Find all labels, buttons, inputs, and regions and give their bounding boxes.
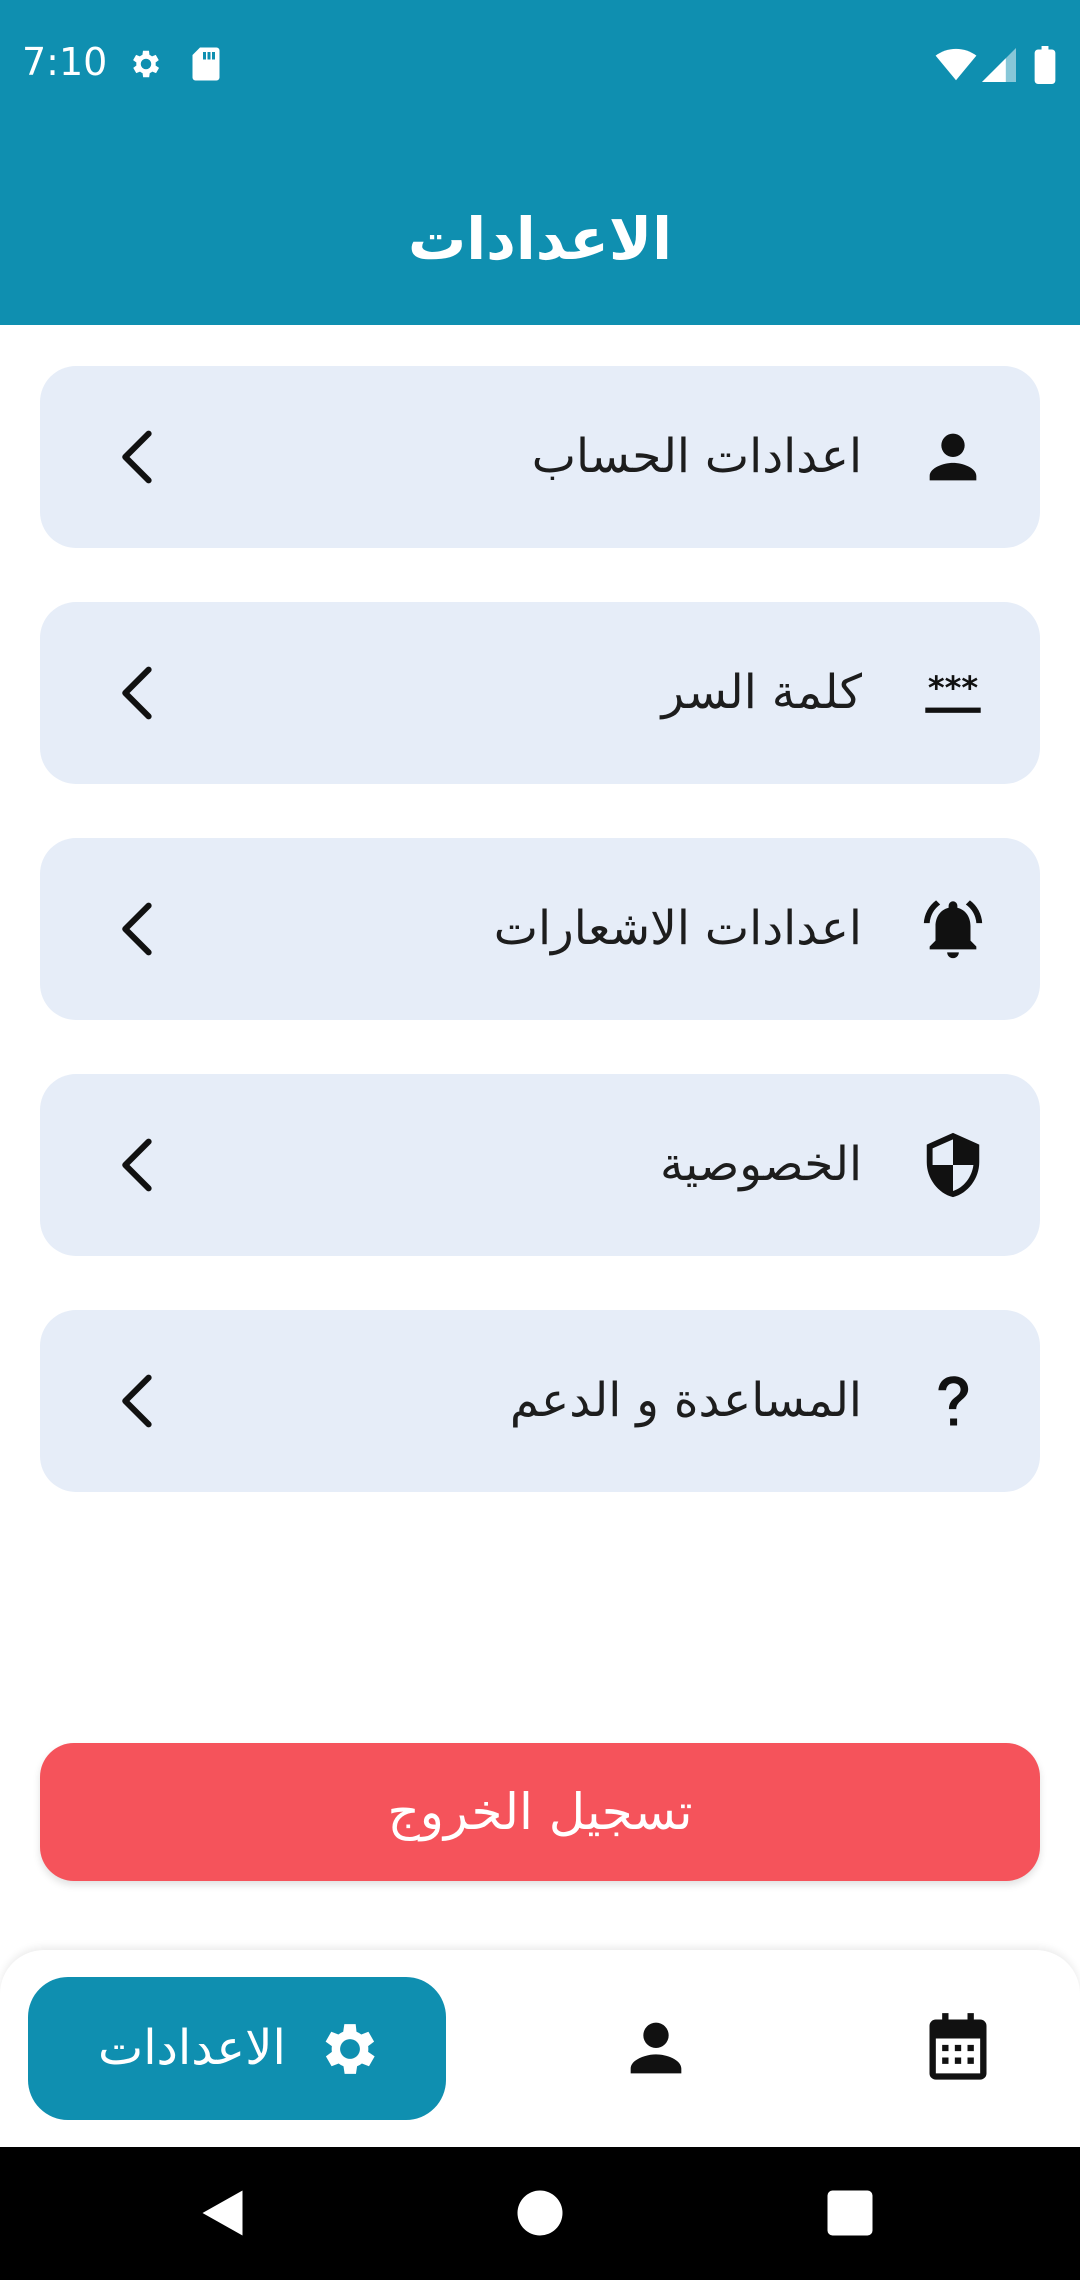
settings-item-help[interactable]: المساعدة و الدعم [40, 1310, 1040, 1492]
system-nav-bar [0, 2147, 1080, 2280]
chevron-left-icon [106, 896, 172, 962]
logout-button[interactable]: تسجيل الخروج [40, 1743, 1040, 1881]
status-bar: 7:10 [0, 0, 1080, 135]
chevron-left-icon [106, 1368, 172, 1434]
settings-item-label: الخصوصية [659, 1137, 862, 1192]
nav-settings-label: الاعدادات [98, 2020, 286, 2076]
wifi-icon [935, 48, 977, 86]
signal-icon [982, 48, 1016, 86]
person-icon [918, 422, 988, 492]
nav-tab-settings[interactable]: الاعدادات [28, 1977, 446, 2120]
page-title: الاعدادات [407, 205, 672, 273]
bottom-nav: الاعدادات [0, 1950, 1080, 2147]
nav-profile-icon[interactable] [618, 2010, 694, 2086]
chevron-left-icon [106, 660, 172, 726]
password-icon: *** [918, 658, 988, 728]
settings-item-notifications[interactable]: اعدادات الاشعارات [40, 838, 1040, 1020]
settings-item-privacy[interactable]: الخصوصية [40, 1074, 1040, 1256]
chevron-left-icon [106, 424, 172, 490]
shield-icon [918, 1130, 988, 1200]
settings-item-label: اعدادات الحساب [531, 429, 862, 484]
nav-calendar-icon[interactable] [920, 2010, 996, 2086]
settings-icon [316, 2015, 384, 2083]
battery-icon [1034, 46, 1056, 88]
settings-item-label: المساعدة و الدعم [509, 1373, 862, 1428]
status-time: 7:10 [22, 40, 108, 84]
settings-item-label: اعدادات الاشعارات [493, 901, 862, 956]
settings-item-account[interactable]: اعدادات الحساب [40, 366, 1040, 548]
sd-card-icon [190, 46, 222, 86]
settings-item-label: كلمة السر [661, 665, 862, 720]
home-icon[interactable] [510, 2183, 570, 2243]
recents-icon[interactable] [820, 2183, 880, 2243]
app-bar: 7:10 الاعدادات [0, 0, 1080, 325]
chevron-left-icon [106, 1132, 172, 1198]
bell-ringing-icon [918, 894, 988, 964]
question-icon [918, 1366, 988, 1436]
settings-item-password[interactable]: كلمة السر *** [40, 602, 1040, 784]
back-icon[interactable] [195, 2183, 255, 2243]
svg-text:***: *** [928, 669, 979, 707]
gear-icon [128, 46, 164, 86]
